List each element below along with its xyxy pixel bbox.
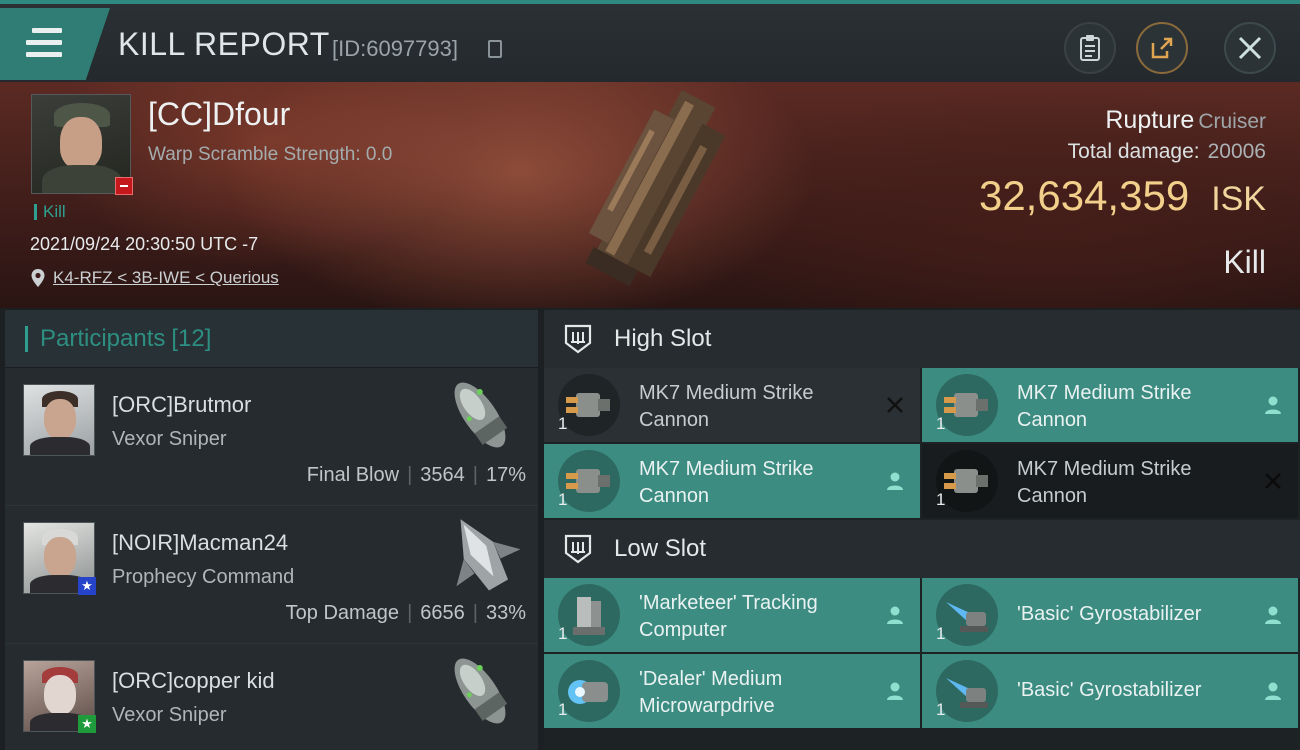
module-name: 'Marketeer' Tracking Computer <box>639 592 818 641</box>
module-qty: 1 <box>558 700 568 719</box>
participant-damage: 6656 <box>420 602 465 624</box>
high-slot-icon <box>564 324 592 354</box>
destroyed-x-icon <box>1262 470 1284 492</box>
high-slot-label: High Slot <box>614 325 712 352</box>
participant-stats: Final Blow | 3564 | 17% <box>306 464 526 486</box>
participants-panel: Participants [12] [ORC]Brutmor Vexor Sni… <box>5 310 538 750</box>
participant-ship-image <box>456 519 521 591</box>
participants-label: Participants <box>40 324 166 352</box>
victim-ship-render <box>585 89 726 287</box>
header-bar: KILL REPORT [ID:6097793] <box>0 0 1300 82</box>
close-icon <box>1238 36 1262 60</box>
participant-name: [ORC]copper kid <box>112 668 275 693</box>
participant-row[interactable]: ★ [NOIR]Macman24 Prophecy Command Top Da… <box>5 506 538 644</box>
module-name: MK7 Medium Strike Cannon <box>639 458 814 507</box>
module-name: 'Basic' Gyrostabilizer <box>1017 603 1202 625</box>
low-slot-grid: 1 'Marketeer' Tracking Computer 1 'Basic… <box>544 578 1300 730</box>
participant-ship: Vexor Sniper <box>112 428 227 450</box>
module-qty: 1 <box>936 414 946 433</box>
star-badge-icon: ★ <box>78 577 96 595</box>
location-link[interactable]: K4-RFZ < 3B-IWE < Querious <box>53 268 279 288</box>
module-card[interactable]: 1 'Basic' Gyrostabilizer <box>922 578 1298 652</box>
module-qty: 1 <box>558 490 568 509</box>
high-slot-header: High Slot <box>544 310 1300 368</box>
low-slot-header: Low Slot <box>544 520 1300 578</box>
victim-banner: [CC]Dfour Warp Scramble Strength: 0.0 Ki… <box>0 82 1300 308</box>
total-damage: Total damage: 20006 <box>1068 140 1266 164</box>
module-qty: 1 <box>936 700 946 719</box>
participant-stats: Top Damage | 6656 | 33% <box>285 602 526 624</box>
share-button[interactable] <box>1136 22 1188 74</box>
participant-percent: 33% <box>485 602 526 624</box>
module-name: MK7 Medium Strike Cannon <box>639 382 814 431</box>
clipboard-button[interactable] <box>1064 22 1116 74</box>
page-title: KILL REPORT <box>118 26 330 62</box>
menu-button[interactable] <box>0 8 110 80</box>
participant-role: Final Blow <box>306 464 400 486</box>
participants-count: [12] <box>171 324 212 352</box>
isk-unit: ISK <box>1211 180 1266 218</box>
report-id: [ID:6097793] <box>332 36 458 61</box>
destroyed-x-icon <box>884 394 906 416</box>
module-card[interactable]: 1 MK7 Medium Strike Cannon <box>922 444 1298 518</box>
person-icon <box>1262 394 1284 416</box>
module-name: MK7 Medium Strike Cannon <box>1017 458 1192 507</box>
copy-icon[interactable] <box>488 40 502 58</box>
ship-name: Rupture Cruiser <box>1105 106 1266 135</box>
location-pin-icon <box>31 269 45 287</box>
module-card[interactable]: 1 MK7 Medium Strike Cannon <box>544 368 920 442</box>
participant-ship: Vexor Sniper <box>112 704 227 726</box>
total-damage-value: 20006 <box>1207 140 1266 163</box>
participant-name: [NOIR]Macman24 <box>112 530 289 555</box>
standing-badge <box>115 177 133 195</box>
participant-row[interactable]: [ORC]Brutmor Vexor Sniper Final Blow | 356… <box>5 368 538 506</box>
isk-value-row: 32,634,359 ISK <box>979 172 1266 220</box>
participants-header: Participants [12] <box>5 310 538 368</box>
person-icon <box>1262 680 1284 702</box>
person-icon <box>884 680 906 702</box>
module-name: MK7 Medium Strike Cannon <box>1017 382 1192 431</box>
kill-datetime: 2021/09/24 20:30:50 UTC -7 <box>30 234 259 254</box>
low-slot-label: Low Slot <box>614 535 707 562</box>
person-icon <box>884 470 906 492</box>
ship-class: Cruiser <box>1198 110 1266 133</box>
module-card[interactable]: 1 'Marketeer' Tracking Computer <box>544 578 920 652</box>
ship-name-text: Rupture <box>1105 106 1195 134</box>
person-icon <box>884 604 906 626</box>
module-card[interactable]: 1 MK7 Medium Strike Cannon <box>544 444 920 518</box>
low-slot-icon <box>564 534 592 564</box>
clipboard-icon <box>1080 35 1100 61</box>
participant-name: [ORC]Brutmor <box>112 392 252 417</box>
kill-tag: Kill <box>34 203 66 220</box>
module-qty: 1 <box>558 414 568 433</box>
victim-name[interactable]: [CC]Dfour <box>148 96 290 133</box>
participant-portrait[interactable] <box>23 384 95 456</box>
fittings-panel: High Slot 1 MK7 Medium Strike Cannon 1 M… <box>544 310 1300 750</box>
module-card[interactable]: 1 'Dealer' Medium Microwarpdrive <box>544 654 920 728</box>
participant-role: Top Damage <box>285 602 400 624</box>
kill-result: Kill <box>1223 244 1266 280</box>
participant-percent: 17% <box>485 464 526 486</box>
module-qty: 1 <box>936 624 946 643</box>
close-button[interactable] <box>1224 22 1276 74</box>
star-badge-icon: ★ <box>78 715 96 733</box>
module-name: 'Dealer' Medium Microwarpdrive <box>639 668 783 717</box>
participant-damage: 3564 <box>420 464 465 486</box>
warp-scramble-text: Warp Scramble Strength: 0.0 <box>148 144 393 165</box>
module-name: 'Basic' Gyrostabilizer <box>1017 679 1202 701</box>
module-qty: 1 <box>558 624 568 643</box>
isk-value: 32,634,359 <box>978 172 1190 219</box>
participant-row[interactable]: ★ [ORC]copper kid Vexor Sniper <box>5 644 538 750</box>
menu-icon <box>26 28 62 58</box>
participant-ship-image <box>454 658 508 724</box>
high-slot-grid: 1 MK7 Medium Strike Cannon 1 MK7 Medium … <box>544 368 1300 520</box>
total-damage-label: Total damage: <box>1067 140 1200 163</box>
module-card[interactable]: 1 'Basic' Gyrostabilizer <box>922 654 1298 728</box>
person-icon <box>1262 604 1284 626</box>
participant-ship-image <box>454 382 508 448</box>
module-card[interactable]: 1 MK7 Medium Strike Cannon <box>922 368 1298 442</box>
share-icon <box>1151 37 1173 59</box>
participant-ship: Prophecy Command <box>112 566 295 588</box>
module-qty: 1 <box>936 490 946 509</box>
